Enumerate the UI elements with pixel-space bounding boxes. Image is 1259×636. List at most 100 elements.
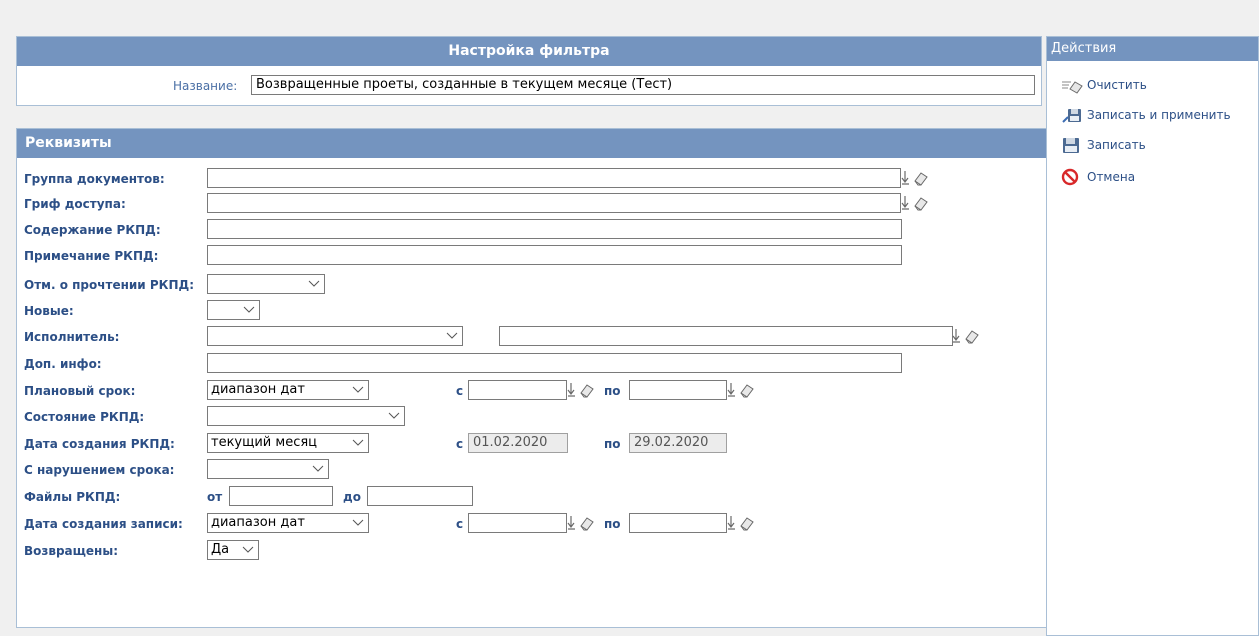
eraser-icon (914, 172, 928, 186)
planned-term-label: Плановый срок: (24, 384, 136, 398)
new-label: Новые: (24, 304, 74, 318)
state-label: Состояние РКПД: (24, 410, 145, 424)
files-label: Файлы РКПД: (24, 490, 121, 504)
planned-term-select[interactable]: диапазон дат (207, 380, 369, 400)
extra-info-input[interactable] (207, 353, 902, 373)
row-planned-term: Плановый срок: диапазон дат с по (17, 379, 1046, 403)
save-apply-label: Записать и применить (1087, 108, 1231, 122)
filter-settings-panel: Настройка фильтра Название: Возвращенные… (16, 36, 1042, 106)
record-created-from-label: с (456, 517, 464, 531)
overdue-label: С нарушением срока: (24, 463, 175, 477)
row-record-created: Дата создания записи: диапазон дат с по (17, 512, 1046, 536)
row-files: Файлы РКПД: от до (17, 485, 1046, 509)
record-created-from-input[interactable] (468, 513, 567, 533)
record-created-select[interactable]: диапазон дат (207, 513, 369, 533)
files-from-input[interactable] (229, 486, 333, 506)
planned-term-to-label: по (604, 384, 621, 398)
doc-group-picker[interactable] (901, 170, 935, 186)
chevron-down-icon (243, 306, 255, 313)
actions-panel: Действия Очистить Записать и применить З… (1046, 36, 1259, 636)
planned-term-from-input[interactable] (468, 380, 567, 400)
created-date-to-input[interactable]: 29.02.2020 (629, 433, 727, 453)
executor-select[interactable] (207, 326, 463, 346)
created-date-select[interactable]: текущий месяц (207, 433, 369, 453)
created-date-mode: текущий месяц (211, 435, 318, 450)
planned-term-from-label: с (456, 384, 464, 398)
overdue-select[interactable] (207, 459, 329, 479)
record-created-from-picker[interactable] (567, 515, 601, 531)
requisites-panel: Реквизиты Группа документов: Гриф доступ… (16, 128, 1046, 628)
chevron-down-icon (352, 439, 364, 446)
planned-term-from-picker[interactable] (567, 382, 601, 398)
row-doc-group: Группа документов: (17, 167, 1046, 191)
doc-group-input[interactable] (207, 168, 901, 188)
down-arrow-icon (901, 196, 909, 210)
cancel-button[interactable]: Отмена (1061, 167, 1135, 187)
note-input[interactable] (207, 245, 902, 265)
row-read-mark: Отм. о прочтении РКПД: (17, 273, 1046, 297)
name-label: Название: (173, 79, 238, 93)
down-arrow-icon (727, 383, 735, 397)
record-created-mode: диапазон дат (211, 515, 305, 530)
access-stamp-input[interactable] (207, 193, 901, 213)
record-created-label: Дата создания записи: (24, 517, 183, 531)
chevron-down-icon (352, 386, 364, 393)
planned-term-to-input[interactable] (629, 380, 727, 400)
actions-title: Действия (1047, 37, 1258, 61)
planned-term-mode: диапазон дат (211, 382, 305, 397)
row-extra-info: Доп. инфо: (17, 352, 1046, 376)
state-select[interactable] (207, 406, 405, 426)
executor-input[interactable] (499, 326, 953, 346)
access-stamp-picker[interactable] (901, 195, 935, 211)
eraser-icon (740, 517, 754, 531)
down-arrow-icon (567, 516, 575, 530)
record-created-to-label: по (604, 517, 621, 531)
disk-pen-icon (1062, 109, 1081, 123)
down-arrow-icon (901, 171, 909, 185)
save-button[interactable]: Записать (1061, 135, 1146, 155)
row-state: Состояние РКПД: (17, 405, 1046, 429)
doc-group-label: Группа документов: (24, 172, 165, 186)
save-apply-button[interactable]: Записать и применить (1061, 105, 1231, 125)
eraser-icon (965, 330, 979, 344)
record-created-to-picker[interactable] (727, 515, 761, 531)
row-content: Содержание РКПД: (17, 218, 1046, 242)
row-executor: Исполнитель: (17, 325, 1046, 349)
planned-term-to-picker[interactable] (727, 382, 761, 398)
cancel-label: Отмена (1087, 170, 1136, 184)
files-to-input[interactable] (367, 486, 473, 506)
down-arrow-icon (567, 383, 575, 397)
eraser-icon (580, 517, 594, 531)
save-label: Записать (1087, 138, 1146, 152)
filter-panel-title: Настройка фильтра (17, 37, 1041, 66)
chevron-down-icon (308, 280, 320, 287)
content-label: Содержание РКПД: (24, 223, 161, 237)
created-date-from-input[interactable]: 01.02.2020 (468, 433, 568, 453)
clear-icon (1062, 81, 1083, 94)
name-input[interactable]: Возвращенные проеты, созданные в текущем… (251, 75, 1035, 95)
row-new: Новые: (17, 299, 1046, 323)
executor-picker[interactable] (952, 328, 986, 344)
clear-button[interactable]: Очистить (1061, 75, 1147, 95)
eraser-icon (740, 384, 754, 398)
name-row: Название: Возвращенные проеты, созданные… (17, 75, 1041, 97)
record-created-to-input[interactable] (629, 513, 727, 533)
extra-info-label: Доп. инфо: (24, 357, 102, 371)
read-mark-select[interactable] (207, 274, 325, 294)
chevron-down-icon (388, 412, 400, 419)
note-label: Примечание РКПД: (24, 249, 159, 263)
chevron-down-icon (312, 465, 324, 472)
content-input[interactable] (207, 219, 902, 239)
files-from-label: от (207, 490, 223, 504)
down-arrow-icon (727, 516, 735, 530)
returned-select[interactable]: Да (207, 540, 259, 560)
eraser-icon (914, 197, 928, 211)
row-returned: Возвращены: Да (17, 539, 1046, 563)
returned-value: Да (211, 542, 230, 557)
clear-label: Очистить (1087, 78, 1147, 92)
row-note: Примечание РКПД: (17, 244, 1046, 268)
chevron-down-icon (446, 332, 458, 339)
new-select[interactable] (207, 300, 260, 320)
returned-label: Возвращены: (24, 544, 118, 558)
chevron-down-icon (242, 546, 254, 553)
